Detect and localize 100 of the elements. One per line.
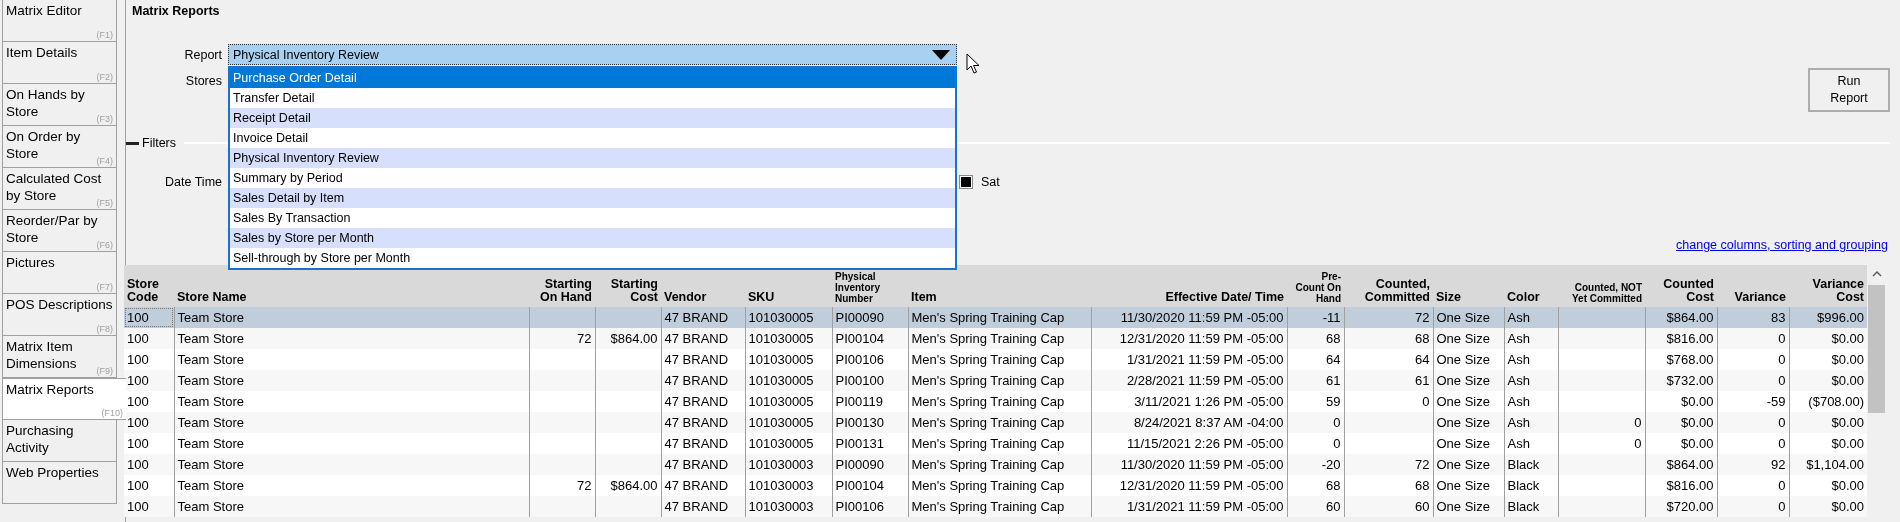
table-cell: One Size [1436, 415, 1490, 430]
table-cell: 47 BRAND [664, 457, 729, 472]
date-time-label: Date Time [164, 175, 223, 189]
table-row[interactable]: 100 Team Store 47 BRAND 101030005 PI00100 Men's Spring Training Cap 2/28/2021 11:59 PM -05:00 61 61 One Size Ash $732.00 0 $0.00 [124, 370, 1867, 391]
table-cell: Men's Spring Training Cap [911, 415, 1065, 430]
table-cell: Ash [1507, 394, 1530, 409]
table-cell: Ash [1507, 352, 1530, 367]
change-columns-link[interactable]: change columns, sorting and grouping [1676, 238, 1888, 258]
sidebar-tab[interactable]: Web Properties [2, 462, 117, 504]
table-cell: Team Store [177, 331, 244, 346]
table-cell: Team Store [177, 436, 244, 451]
sidebar-tab[interactable]: Matrix Editor (F1) [2, 0, 117, 42]
table-row[interactable]: 100 Team Store 72 $864.00 47 BRAND 101030005 PI00104 Men's Spring Training Cap 12/31/2020 11:59 PM -05:00 68 68 One Size Ash $816.00 0 $0.00 [124, 328, 1867, 349]
table-cell: 101030005 [748, 436, 814, 451]
mouse-pointer-icon [966, 53, 980, 74]
table-cell: 83 [1771, 310, 1786, 325]
table-cell: 0 [1778, 331, 1786, 346]
table-cell: 0 [1778, 499, 1786, 514]
table-row[interactable]: 100 Team Store 47 BRAND 101030003 PI00106 Men's Spring Training Cap 1/31/2021 11:59 PM -05:00 60 60 One Size Black $720.00 0 $0.00 [124, 496, 1867, 517]
dropdown-option[interactable]: Sell-through by Store per Month [230, 248, 955, 268]
sidebar-tab[interactable]: Pictures (F7) [2, 252, 117, 294]
table-cell: $996.00 [1817, 310, 1864, 325]
shortcut-key: (F1) [96, 30, 113, 40]
table-cell: 100 [127, 457, 149, 472]
table-cell: 1/31/2021 11:59 PM -05:00 [1126, 499, 1284, 514]
table-cell: $816.00 [1666, 478, 1714, 493]
table-cell: 100 [127, 436, 149, 451]
table-cell: -20 [1321, 457, 1341, 472]
sidebar-tab[interactable]: Reorder/Par by Store (F6) [2, 210, 117, 252]
sidebar-tab[interactable]: On Hands by Store (F3) [2, 84, 117, 126]
dropdown-option[interactable]: Sales Detail by Item [230, 188, 955, 208]
report-dropdown[interactable]: Physical Inventory Review [228, 44, 957, 65]
table-cell: 64 [1415, 352, 1430, 367]
sidebar-tab[interactable]: Calculated Cost by Store (F5) [2, 168, 117, 210]
sidebar-tab[interactable]: Matrix Item Dimensions (F9) [2, 336, 117, 378]
table-cell: Men's Spring Training Cap [911, 457, 1065, 472]
table-cell: Ash [1507, 310, 1530, 325]
sidebar-tab[interactable]: Item Details (F2) [2, 42, 117, 84]
table-cell: 100 [127, 310, 149, 325]
table-cell: 100 [127, 415, 149, 430]
page-title: Matrix Reports [132, 3, 221, 20]
table-cell: $0.00 [1831, 499, 1864, 514]
table-cell: Men's Spring Training Cap [911, 499, 1065, 514]
table-row[interactable]: 100 Team Store 47 BRAND 101030005 PI00090 Men's Spring Training Cap 11/30/2020 11:59 PM -05:00 -11 72 One Size Ash $864.00 83 $996.00 [124, 307, 1867, 328]
table-cell: 64 [1326, 352, 1341, 367]
dropdown-option[interactable]: Receipt Detail [230, 108, 955, 128]
run-report-button[interactable]: Run Report [1808, 68, 1890, 112]
table-cell: 47 BRAND [664, 499, 729, 514]
table-cell: $864.00 [1666, 457, 1714, 472]
table-cell: $0.00 [1831, 478, 1864, 493]
table-cell: 101030005 [748, 352, 814, 367]
dropdown-option[interactable]: Summary by Period [230, 168, 955, 188]
dropdown-option[interactable]: Physical Inventory Review [230, 148, 955, 168]
table-cell: 47 BRAND [664, 436, 729, 451]
table-cell: $0.00 [1831, 436, 1864, 451]
sidebar-tab[interactable]: POS Descriptions (F8) [2, 294, 117, 336]
dropdown-option[interactable]: Transfer Detail [230, 88, 955, 108]
table-cell: 0 [1634, 436, 1642, 451]
dropdown-option[interactable]: Invoice Detail [230, 128, 955, 148]
table-cell: 8/24/2021 8:37 AM -04:00 [1133, 415, 1284, 430]
table-cell: 47 BRAND [664, 310, 729, 325]
table-cell: 72 [577, 478, 592, 493]
scrollbar-thumb[interactable] [1868, 285, 1885, 413]
table-cell: One Size [1436, 310, 1490, 325]
scroll-up-icon[interactable] [1871, 271, 1882, 277]
table-cell: 0 [1778, 373, 1786, 388]
table-cell: -59 [1766, 394, 1786, 409]
sidebar-tab[interactable]: Matrix Reports (F10) [2, 378, 126, 420]
table-cell: PI00100 [835, 373, 884, 388]
table-cell: $816.00 [1666, 331, 1714, 346]
table-cell: 101030005 [748, 331, 814, 346]
table-row[interactable]: 100 Team Store 47 BRAND 101030003 PI00090 Men's Spring Training Cap 11/30/2020 11:59 PM -05:00 -20 72 One Size Black $864.00 92 $1,104.00 [124, 454, 1867, 475]
sidebar-tab[interactable]: On Order by Store (F4) [2, 126, 117, 168]
table-cell: 11/30/2020 11:59 PM -05:00 [1120, 310, 1284, 325]
table-cell: $1,104.00 [1806, 457, 1864, 472]
sidebar-tab[interactable]: Purchasing Activity [2, 420, 117, 462]
table-cell: One Size [1436, 499, 1490, 514]
table-row[interactable]: 100 Team Store 47 BRAND 101030005 PI00130 Men's Spring Training Cap 8/24/2021 8:37 AM -04:00 0 One Size Ash 0 $0.00 0 $0.00 [124, 412, 1867, 433]
table-cell: 47 BRAND [664, 478, 729, 493]
table-cell: Team Store [177, 373, 244, 388]
table-cell: 0 [1778, 478, 1786, 493]
table-cell: One Size [1436, 331, 1490, 346]
dropdown-option[interactable]: Purchase Order Detail [230, 68, 955, 88]
shortcut-key: (F7) [96, 282, 113, 292]
table-cell: 72 [1415, 457, 1430, 472]
table-cell: Men's Spring Training Cap [911, 394, 1065, 409]
day-checkbox[interactable] [959, 175, 973, 189]
table-cell: PI00104 [835, 331, 884, 346]
dropdown-option[interactable]: Sales By Transaction [230, 208, 955, 228]
table-cell: Ash [1507, 436, 1530, 451]
table-cell: 68 [1415, 331, 1430, 346]
table-cell: One Size [1436, 478, 1490, 493]
table-cell: Black [1507, 499, 1540, 514]
dropdown-option[interactable]: Sales by Store per Month [230, 228, 955, 248]
table-cell: $0.00 [1680, 415, 1714, 430]
table-cell: 47 BRAND [664, 415, 729, 430]
table-cell: Team Store [177, 415, 244, 430]
table-cell: 68 [1326, 331, 1341, 346]
table-cell: 0 [1778, 415, 1786, 430]
table-cell: One Size [1436, 394, 1490, 409]
